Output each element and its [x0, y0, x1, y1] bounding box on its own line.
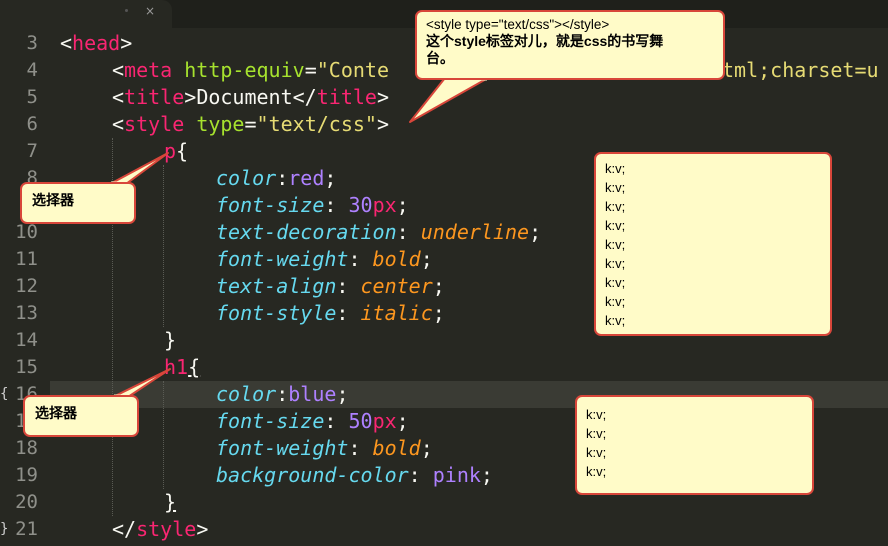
kv-line: k:v;	[586, 407, 607, 422]
kv-line: k:v;	[586, 445, 607, 460]
callout-tail-selector-1	[109, 152, 169, 185]
kv-line: k:v;	[605, 237, 626, 252]
kv-note-h1: k:v; k:v; k:v; k:v;	[575, 395, 814, 495]
kv-line: k:v;	[605, 218, 626, 233]
callout-code-line: <style type="text/css"></style>	[426, 17, 610, 32]
kv-line: k:v;	[605, 294, 626, 309]
kv-line: k:v;	[586, 464, 607, 479]
kv-line: k:v;	[586, 426, 607, 441]
kv-line: k:v;	[605, 161, 626, 176]
style-tag-callout: <style type="text/css"></style> 这个style标…	[415, 10, 725, 80]
callout-tail-style	[409, 77, 489, 123]
kv-line: k:v;	[605, 275, 626, 290]
callout-text-line: 这个style标签对儿，就是css的书写舞	[426, 33, 664, 49]
selector-callout-2: 选择器	[23, 395, 139, 437]
kv-line: k:v;	[605, 313, 626, 328]
kv-line: k:v;	[605, 256, 626, 271]
kv-line: k:v;	[605, 180, 626, 195]
callout-tail-selector-2	[112, 368, 171, 398]
kv-note-p: k:v; k:v; k:v; k:v; k:v; k:v; k:v; k:v; …	[594, 152, 832, 336]
callout-text-line: 台。	[426, 50, 454, 66]
selector-callout-1: 选择器	[20, 182, 136, 224]
kv-line: k:v;	[605, 199, 626, 214]
